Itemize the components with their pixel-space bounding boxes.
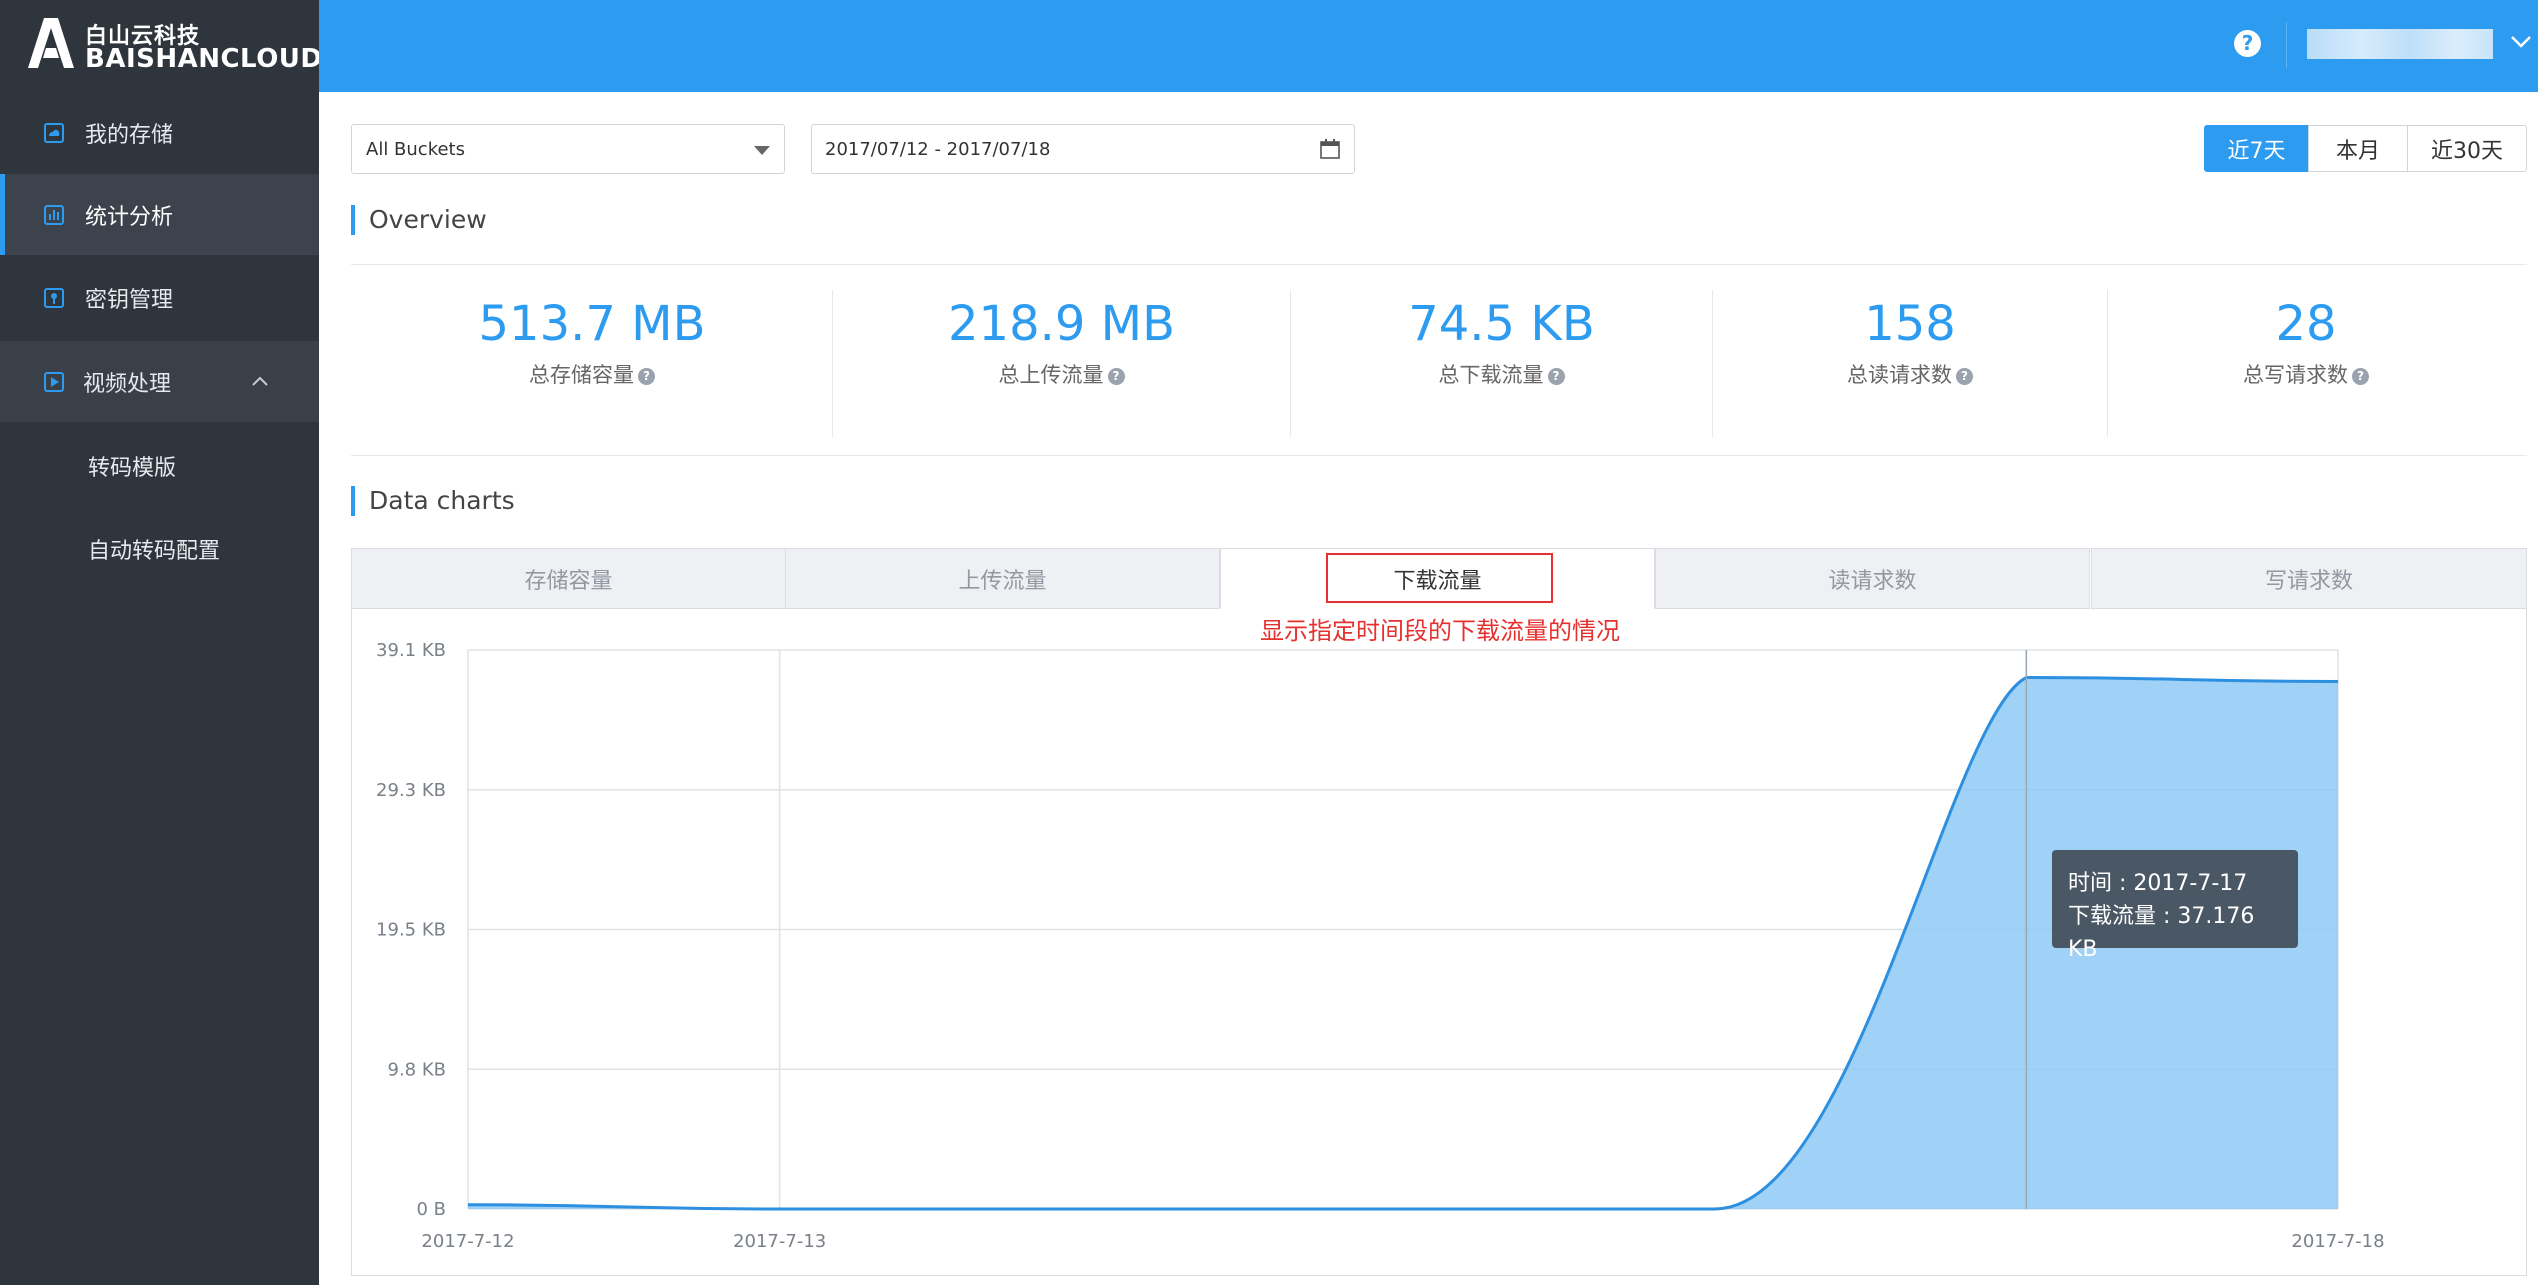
divider (351, 455, 2527, 456)
range-tab-group: 近7天 本月 近30天 (2204, 125, 2527, 172)
stat-value: 218.9 MB (947, 296, 1175, 352)
stat-total-download: 74.5 KB 总下载流量? (1291, 295, 1712, 435)
tooltip-time: 时间 : 2017-7-17 (2068, 871, 2248, 896)
y-tick-label: 29.3 KB (376, 780, 446, 801)
stat-value: 513.7 MB (478, 296, 706, 352)
date-range-value: 2017/07/12 - 2017/07/18 (825, 139, 1051, 160)
bar-chart-icon (44, 205, 64, 225)
stat-value: 28 (2275, 296, 2337, 352)
tab-upload[interactable]: 上传流量 (785, 548, 1220, 609)
sidebar-item-statistics[interactable]: 统计分析 (0, 174, 319, 255)
sidebar-item-label: 视频处理 (83, 371, 172, 397)
stat-total-storage: 513.7 MB 总存储容量? (352, 295, 832, 435)
help-icon[interactable]: ? (1547, 367, 1565, 385)
sidebar: 白山云科技 BAISHANCLOUD 我的存储 统计分析 密钥管理 视频处理 转… (0, 0, 322, 1285)
tab-read-requests[interactable]: 读请求数 (1655, 548, 2090, 609)
sidebar-item-label: 我的存储 (85, 122, 174, 148)
sidebar-item-keys[interactable]: 密钥管理 (0, 257, 319, 338)
sidebar-item-video[interactable]: 视频处理 (0, 341, 319, 422)
topbar-divider (2286, 22, 2287, 68)
tab-storage[interactable]: 存储容量 (351, 548, 786, 609)
stat-label: 总写请求数 (2243, 363, 2348, 387)
logo-mark-icon (28, 18, 74, 68)
stat-label: 总存储容量 (529, 363, 634, 387)
data-charts-title: Data charts (351, 486, 515, 516)
sidebar-subitem-label: 转码模版 (88, 456, 177, 481)
help-icon[interactable]: ? (638, 367, 655, 385)
y-tick-label: 19.5 KB (376, 920, 446, 941)
stat-total-read-requests: 158 总读请求数? (1713, 295, 2107, 435)
tooltip-value: 下载流量 : 37.176 KB (2068, 904, 2255, 962)
tab-write-requests[interactable]: 写请求数 (2091, 548, 2527, 609)
chevron-down-icon[interactable] (2511, 36, 2531, 48)
stat-label: 总上传流量 (998, 363, 1104, 387)
stat-total-write-requests: 28 总写请求数? (2108, 295, 2504, 435)
caret-down-icon (754, 146, 770, 155)
stat-value: 74.5 KB (1408, 296, 1595, 352)
x-tick-label: 2017-7-18 (2291, 1231, 2384, 1252)
bucket-select-value: All Buckets (366, 139, 465, 160)
overview-title: Overview (351, 205, 487, 235)
sidebar-subitem-label: 自动转码配置 (88, 539, 221, 564)
range-tab-7days[interactable]: 近7天 (2204, 125, 2309, 172)
key-icon (44, 288, 64, 308)
stat-total-upload: 218.9 MB 总上传流量? (833, 295, 1290, 435)
annotation-highlight-box (1326, 553, 1553, 603)
range-tab-30days[interactable]: 近30天 (2407, 125, 2527, 172)
top-bar: ? (319, 0, 2538, 92)
chevron-up-icon[interactable] (252, 376, 268, 386)
x-tick-label: 2017-7-13 (733, 1231, 826, 1252)
sidebar-item-label: 统计分析 (85, 204, 174, 230)
y-tick-label: 9.8 KB (388, 1059, 447, 1080)
calendar-icon[interactable] (1320, 139, 1340, 159)
sidebar-item-storage[interactable]: 我的存储 (0, 92, 319, 173)
sidebar-subitem-auto-transcode[interactable]: 自动转码配置 (0, 507, 319, 587)
y-tick-label: 0 B (416, 1199, 446, 1220)
video-icon (44, 372, 64, 392)
active-indicator (0, 174, 5, 255)
x-tick-label: 2017-7-12 (421, 1231, 514, 1252)
help-icon[interactable]: ? (2352, 367, 2369, 385)
cloud-storage-icon (44, 123, 64, 143)
date-range-input[interactable]: 2017/07/12 - 2017/07/18 (811, 124, 1355, 174)
sidebar-subitem-transcode-template[interactable]: 转码模版 (0, 424, 319, 504)
stat-label: 总读请求数 (1847, 363, 1952, 387)
range-tab-this-month[interactable]: 本月 (2308, 125, 2408, 172)
sidebar-item-label: 密钥管理 (85, 287, 174, 313)
help-icon[interactable]: ? (1107, 367, 1125, 385)
chart-tooltip: 时间 : 2017-7-17 下载流量 : 37.176 KB (2052, 850, 2298, 962)
help-icon[interactable]: ? (2234, 30, 2261, 57)
user-account-blurred[interactable] (2307, 29, 2493, 59)
divider (351, 264, 2527, 265)
logo-text-en: BAISHANCLOUD (85, 44, 323, 74)
bucket-select[interactable]: All Buckets (351, 124, 785, 174)
stat-value: 158 (1864, 296, 1956, 352)
help-icon[interactable]: ? (1956, 367, 1973, 385)
stat-label: 总下载流量 (1438, 363, 1544, 387)
y-tick-label: 39.1 KB (376, 640, 446, 661)
